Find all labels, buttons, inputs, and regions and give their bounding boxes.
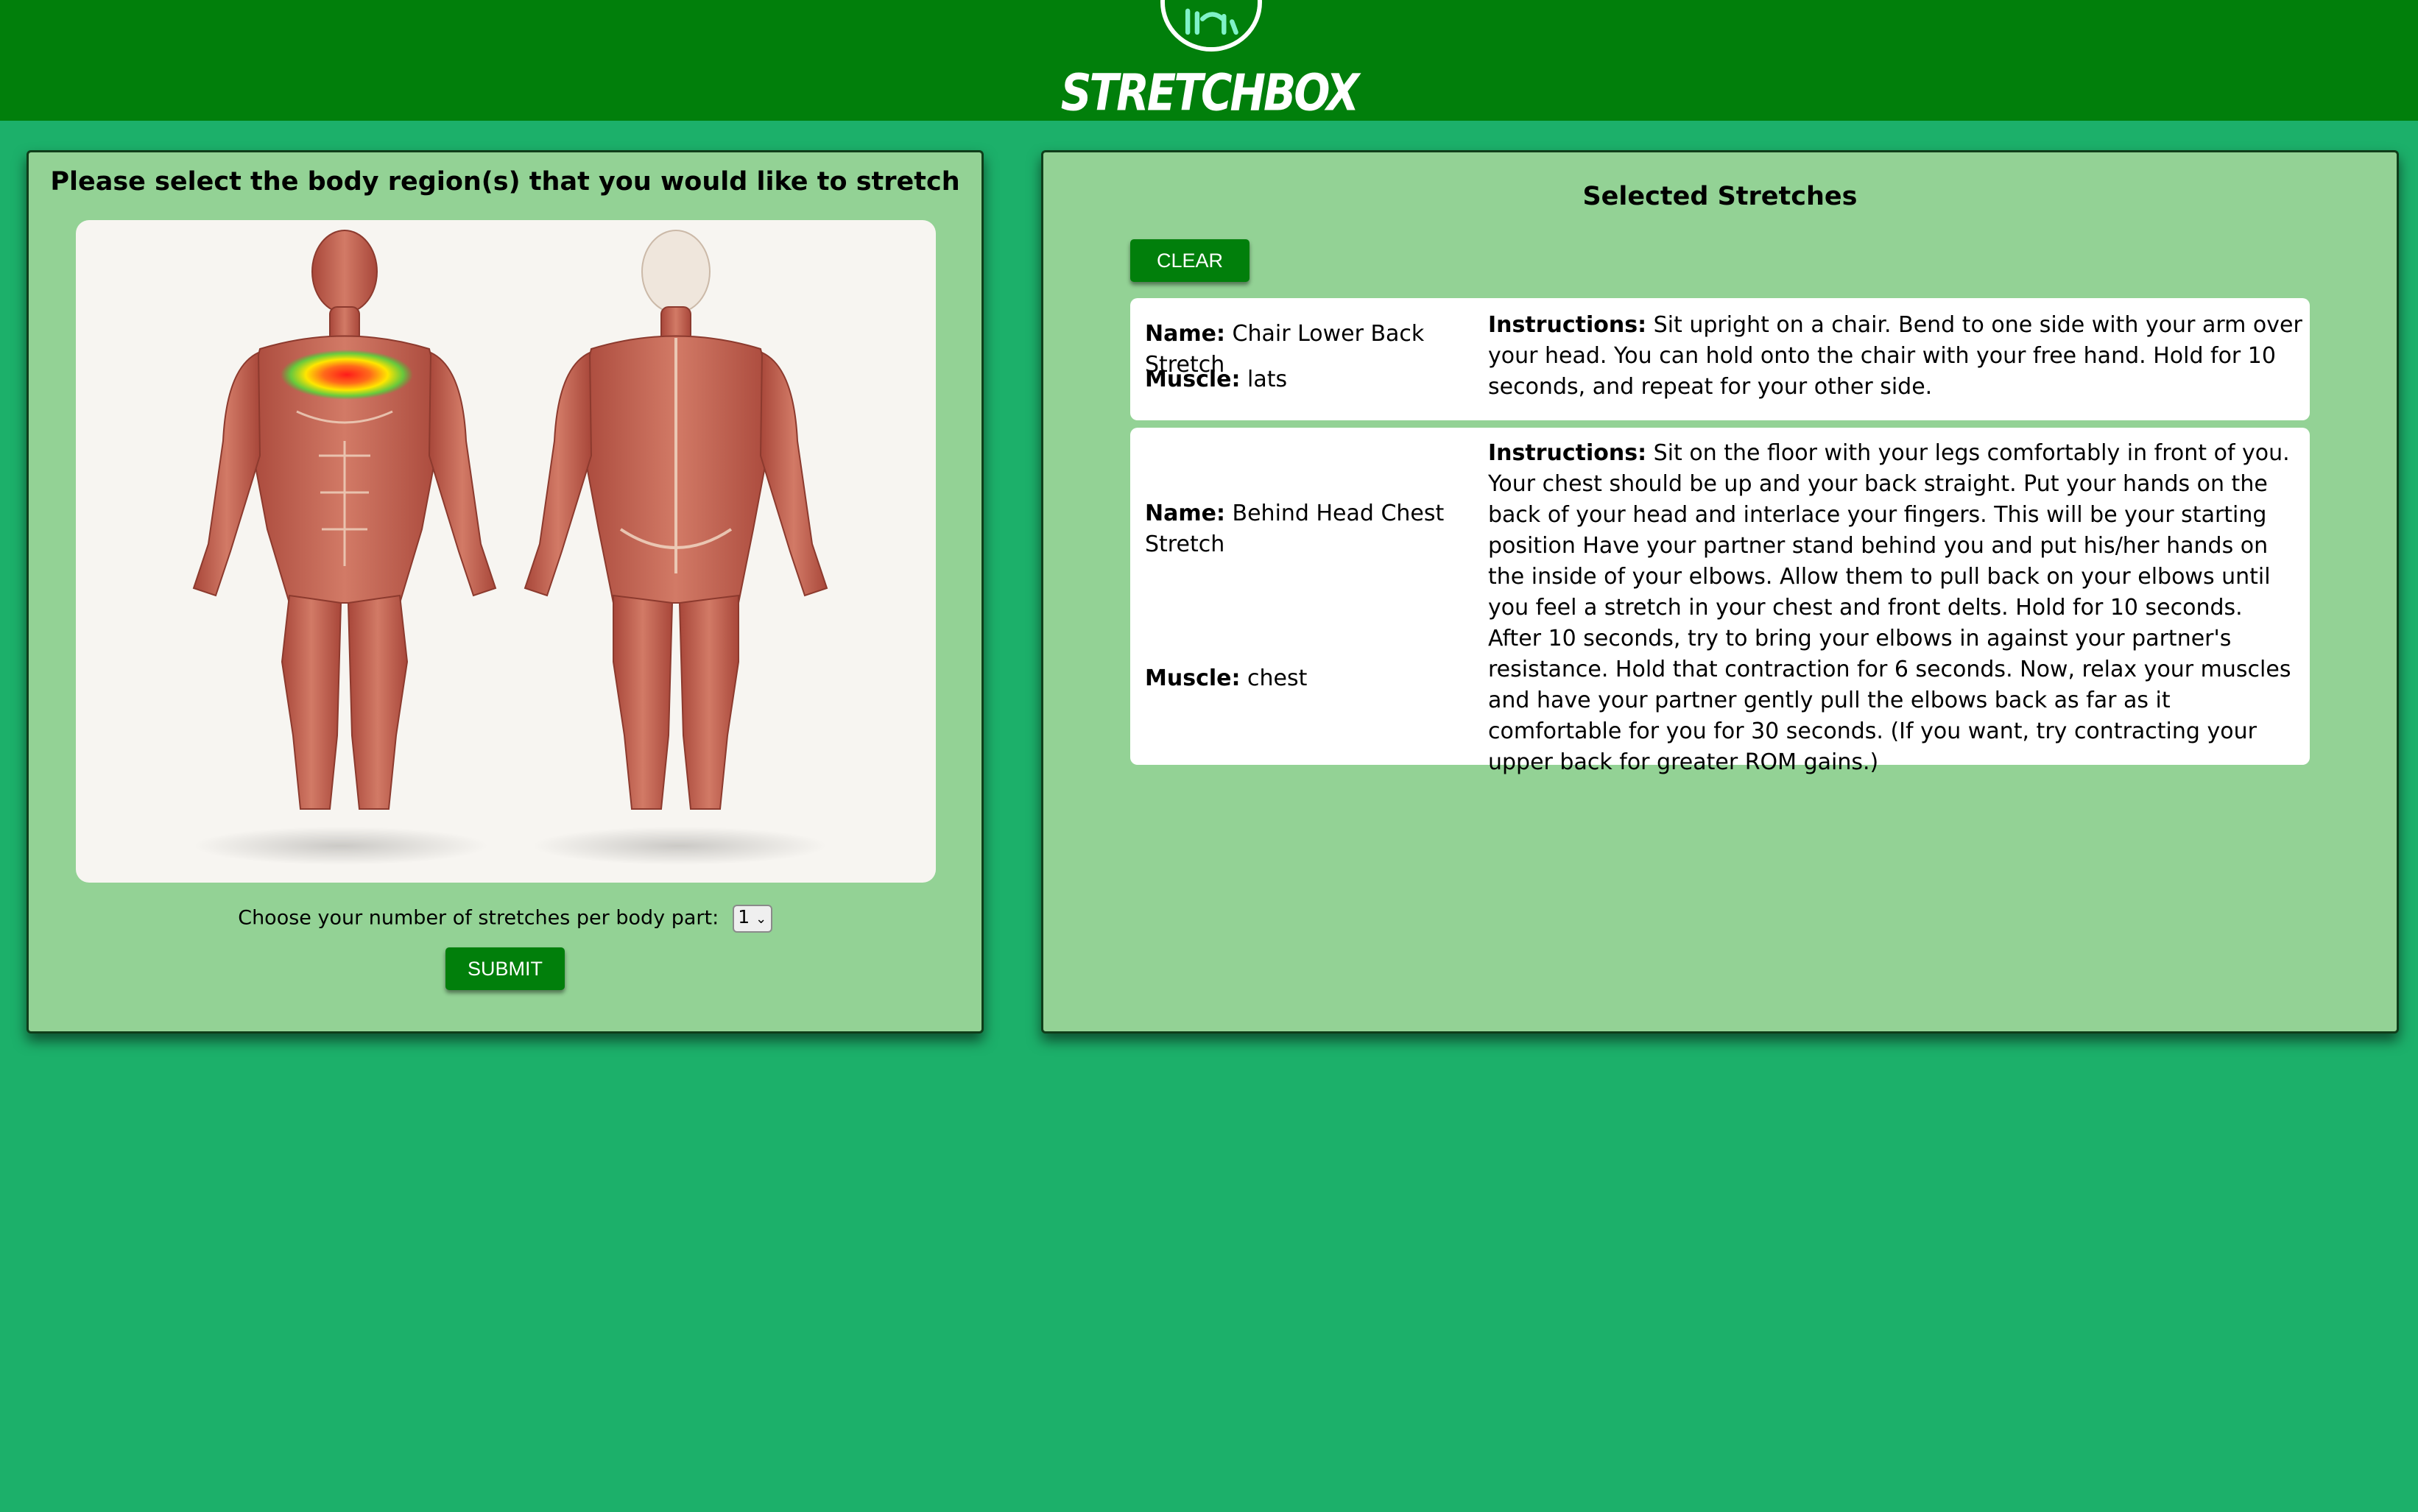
app-header: STRETCHBOX (0, 0, 2418, 123)
stretch-muscle-value: chest (1247, 665, 1308, 691)
clear-button[interactable]: CLEAR (1130, 239, 1249, 282)
app-logo-text: STRETCHBOX (1060, 63, 1359, 123)
body-region-selector-panel: Please select the body region(s) that yo… (27, 150, 984, 1034)
stretch-muscle-value: lats (1247, 367, 1288, 392)
selected-stretches-panel: Selected Stretches CLEAR Name: Chair Low… (1041, 150, 2399, 1034)
stretch-muscle: Muscle: lats (1145, 364, 1488, 395)
muscle-label: Muscle: (1145, 367, 1241, 392)
stretching-person-icon (1160, 0, 1262, 52)
stretches-count-value: 1 (738, 906, 750, 928)
stretches-count-label: Choose your number of stretches per body… (238, 906, 719, 930)
body-map[interactable] (76, 220, 936, 883)
name-label: Name: (1145, 501, 1225, 526)
stretches-count-row: Choose your number of stretches per body… (29, 905, 981, 933)
selector-title: Please select the body region(s) that yo… (50, 167, 960, 197)
instructions-label: Instructions: (1488, 312, 1647, 338)
muscle-label: Muscle: (1145, 665, 1241, 691)
selected-stretches-title: Selected Stretches (1582, 182, 1858, 211)
chevron-down-icon: ⌄ (755, 911, 767, 927)
instructions-label: Instructions: (1488, 440, 1647, 466)
stretch-name: Name: Behind Head Chest Stretch (1145, 498, 1462, 560)
stretch-instructions: Instructions: Sit on the floor with your… (1488, 438, 2302, 778)
stretch-instructions-value: Sit on the floor with your legs comforta… (1488, 440, 2291, 775)
chest-highlight (281, 350, 413, 400)
stretch-card: Name: Behind Head Chest Stretch Muscle: … (1130, 428, 2310, 775)
name-label: Name: (1145, 321, 1225, 347)
stretches-count-select[interactable]: 1 ⌄ (732, 905, 772, 933)
submit-button[interactable]: SUBMIT (445, 947, 565, 990)
stretch-card: Name: Chair Lower Back Stretch Muscle: l… (1130, 298, 2310, 420)
stretch-instructions: Instructions: Sit upright on a chair. Be… (1488, 310, 2302, 403)
stretch-muscle: Muscle: chest (1145, 663, 1488, 694)
